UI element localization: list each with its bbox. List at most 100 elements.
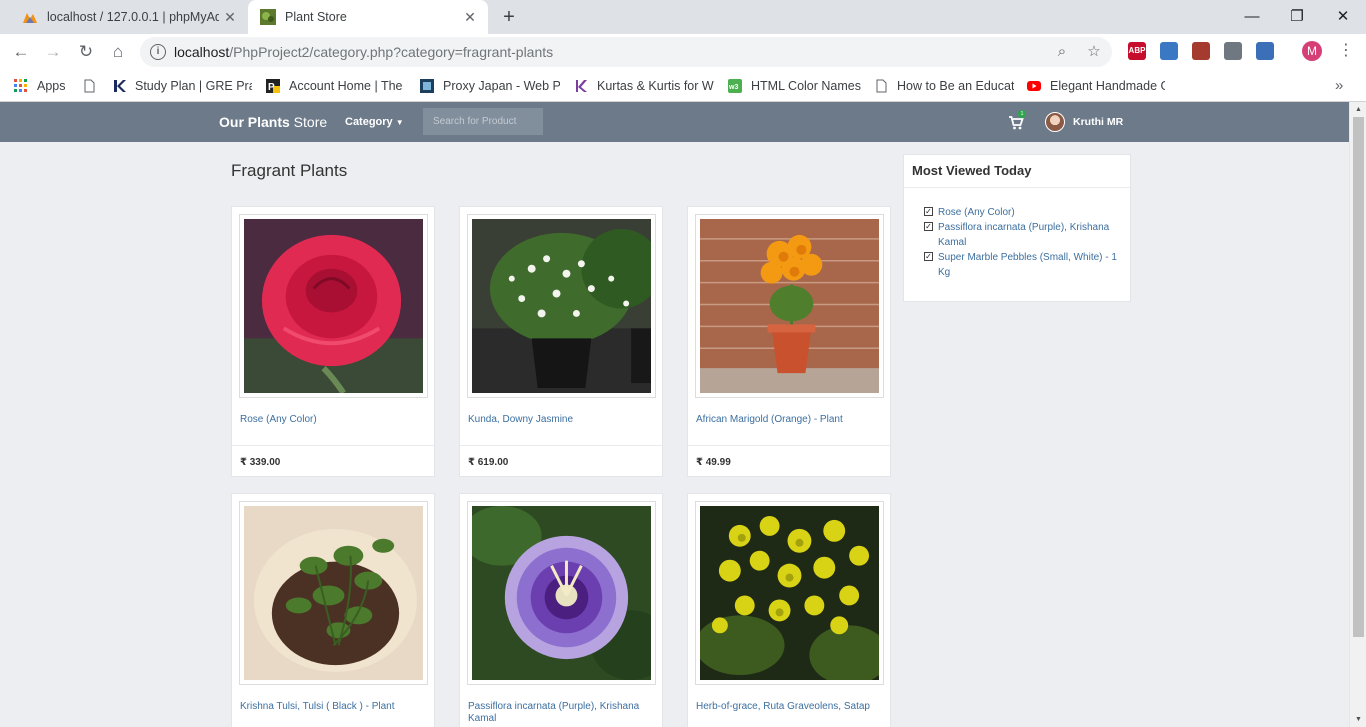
- url-text: localhost/PhpProject2/category.php?categ…: [174, 44, 553, 60]
- page-icon: [876, 79, 887, 93]
- product-name[interactable]: Krishna Tulsi, Tulsi ( Black ) - Plant: [240, 701, 430, 713]
- product-card[interactable]: Krishna Tulsi, Tulsi ( Black ) - Plant: [231, 493, 435, 727]
- product-search-input[interactable]: [423, 108, 543, 135]
- product-name[interactable]: Kunda, Downy Jasmine: [468, 414, 658, 426]
- card-divider: [460, 445, 662, 446]
- most-viewed-link[interactable]: Super Marble Pebbles (Small, White) - 1 …: [938, 252, 1117, 278]
- svg-text:P: P: [268, 82, 275, 93]
- back-icon[interactable]: ←: [9, 40, 33, 64]
- p-logo-icon: P: [266, 79, 280, 93]
- product-image-marigold[interactable]: [695, 214, 884, 398]
- minimize-icon[interactable]: —: [1239, 4, 1265, 30]
- address-bar[interactable]: i localhost/PhpProject2/category.php?cat…: [140, 37, 1112, 67]
- checkbox-checked-icon: ✓: [924, 222, 933, 231]
- bookmark-label: Elegant Handmade G: [1050, 79, 1165, 93]
- more-bookmarks-icon[interactable]: »: [1335, 77, 1343, 94]
- home-icon[interactable]: ⌂: [106, 40, 130, 64]
- scrollbar-thumb[interactable]: [1353, 117, 1364, 637]
- most-viewed-item[interactable]: ✓ Super Marble Pebbles (Small, White) - 1…: [924, 250, 1120, 280]
- bookmark-proxy-japan[interactable]: Proxy Japan - Web Pr: [420, 76, 560, 96]
- product-image-tulsi[interactable]: [239, 501, 428, 685]
- product-card[interactable]: African Marigold (Orange) - Plant ₹ 49.9…: [687, 206, 891, 477]
- bookmark-study-plan[interactable]: Study Plan | GRE Prac: [112, 76, 252, 96]
- site-info-icon[interactable]: i: [150, 44, 166, 60]
- bookmark-label: Study Plan | GRE Prac: [135, 79, 252, 93]
- bookmark-star-icon[interactable]: ☆: [1085, 43, 1103, 61]
- forward-icon[interactable]: →: [41, 40, 65, 64]
- most-viewed-link[interactable]: Passiflora incarnata (Purple), Krishana …: [938, 222, 1109, 248]
- scroll-up-icon[interactable]: ▲: [1350, 102, 1366, 117]
- adblock-plus-icon[interactable]: ABP: [1128, 42, 1146, 60]
- new-tab-icon[interactable]: +: [498, 6, 520, 28]
- product-image-rose[interactable]: [239, 214, 428, 398]
- site-brand[interactable]: Our Plants Store: [219, 114, 327, 130]
- phpmyadmin-icon: [23, 13, 37, 23]
- tab-phpmyadmin[interactable]: localhost / 127.0.0.1 | phpMyAdm ✕: [8, 0, 248, 34]
- product-name[interactable]: African Marigold (Orange) - Plant: [696, 414, 886, 426]
- page-scrollbar[interactable]: ▲ ▼: [1349, 102, 1366, 727]
- tab-title: Plant Store: [285, 10, 347, 24]
- product-price: ₹ 619.00: [468, 457, 509, 468]
- plant-store-favicon-icon: [260, 9, 276, 25]
- bookmark-apps[interactable]: Apps: [14, 76, 66, 96]
- cube-icon[interactable]: [1256, 42, 1274, 60]
- pdf-icon[interactable]: [1192, 42, 1210, 60]
- proxy-icon: [420, 79, 434, 93]
- browser-menu-icon[interactable]: ⋮: [1338, 41, 1354, 61]
- product-image-passiflora[interactable]: [467, 501, 656, 685]
- checkbox-checked-icon: ✓: [924, 252, 933, 261]
- product-card[interactable]: Kunda, Downy Jasmine ₹ 619.00: [459, 206, 663, 477]
- most-viewed-list: ✓ Rose (Any Color) ✓ Passiflora incarnata …: [924, 205, 1120, 280]
- most-viewed-item[interactable]: ✓ Rose (Any Color): [924, 205, 1120, 220]
- tab-strip: localhost / 127.0.0.1 | phpMyAdm ✕ Plant…: [0, 0, 1366, 34]
- bookmark-account-home[interactable]: P Account Home | The: [266, 76, 406, 96]
- product-card[interactable]: Herb-of-grace, Ruta Graveolens, Satap: [687, 493, 891, 727]
- profile-avatar[interactable]: M: [1302, 41, 1322, 61]
- card-divider: [688, 445, 890, 446]
- browser-toolbar: ← → ↻ ⌂ i localhost/PhpProject2/category…: [0, 34, 1366, 70]
- close-tab-icon[interactable]: ✕: [462, 9, 478, 25]
- bookmark-blank[interactable]: [82, 76, 105, 96]
- category-dropdown[interactable]: Category ▼: [345, 116, 404, 128]
- k-purple-icon: [576, 80, 587, 92]
- category-label: Category: [345, 116, 393, 128]
- most-viewed-link[interactable]: Rose (Any Color): [938, 207, 1015, 218]
- close-tab-icon[interactable]: ✕: [222, 9, 238, 25]
- database-icon[interactable]: [1224, 42, 1242, 60]
- window-close-icon[interactable]: ✕: [1330, 4, 1356, 30]
- search-extension-icon[interactable]: [1160, 42, 1178, 60]
- scroll-down-icon[interactable]: ▼: [1350, 712, 1366, 727]
- bookmark-html-colors[interactable]: w3 HTML Color Names: [728, 76, 863, 96]
- most-viewed-panel: Most Viewed Today ✓ Rose (Any Color) ✓ Pas…: [903, 154, 1131, 302]
- product-name[interactable]: Herb-of-grace, Ruta Graveolens, Satap: [696, 701, 886, 713]
- bookmark-educator[interactable]: How to Be an Educat: [874, 76, 1014, 96]
- bookmarks-bar: Apps Study Plan | GRE Prac P Account Hom…: [0, 70, 1366, 102]
- product-name[interactable]: Rose (Any Color): [240, 414, 430, 426]
- user-name[interactable]: Kruthi MR: [1073, 116, 1123, 128]
- product-card[interactable]: Rose (Any Color) ₹ 339.00: [231, 206, 435, 477]
- bookmark-kurtas[interactable]: Kurtas & Kurtis for W: [574, 76, 714, 96]
- product-price: ₹ 339.00: [240, 457, 281, 468]
- product-name[interactable]: Passiflora incarnata (Purple), Krishana …: [468, 701, 658, 725]
- cart-count-badge: 1: [1018, 110, 1026, 118]
- product-price: ₹ 49.99: [696, 457, 731, 468]
- bookmark-label: Proxy Japan - Web Pr: [443, 79, 560, 93]
- most-viewed-item[interactable]: ✓ Passiflora incarnata (Purple), Krishana…: [924, 220, 1120, 250]
- youtube-icon: [1027, 81, 1041, 91]
- k-logo-icon: [114, 80, 126, 92]
- most-viewed-title: Most Viewed Today: [904, 155, 1130, 188]
- reload-icon[interactable]: ↻: [74, 40, 98, 64]
- product-card[interactable]: Passiflora incarnata (Purple), Krishana …: [459, 493, 663, 727]
- bookmark-handmade[interactable]: Elegant Handmade G: [1027, 76, 1165, 96]
- tab-plant-store[interactable]: Plant Store ✕: [248, 0, 488, 34]
- product-image-jasmine[interactable]: [467, 214, 656, 398]
- caret-down-icon: ▼: [395, 118, 404, 127]
- product-image-ruta[interactable]: [695, 501, 884, 685]
- user-avatar[interactable]: [1045, 112, 1065, 132]
- restore-icon[interactable]: ❐: [1284, 4, 1310, 30]
- brand-rest: Store: [289, 114, 328, 130]
- checkbox-checked-icon: ✓: [924, 207, 933, 216]
- tab-title: localhost / 127.0.0.1 | phpMyAdm: [47, 10, 219, 24]
- zoom-search-icon[interactable]: ⌕: [1053, 43, 1071, 61]
- url-host: localhost: [174, 44, 230, 60]
